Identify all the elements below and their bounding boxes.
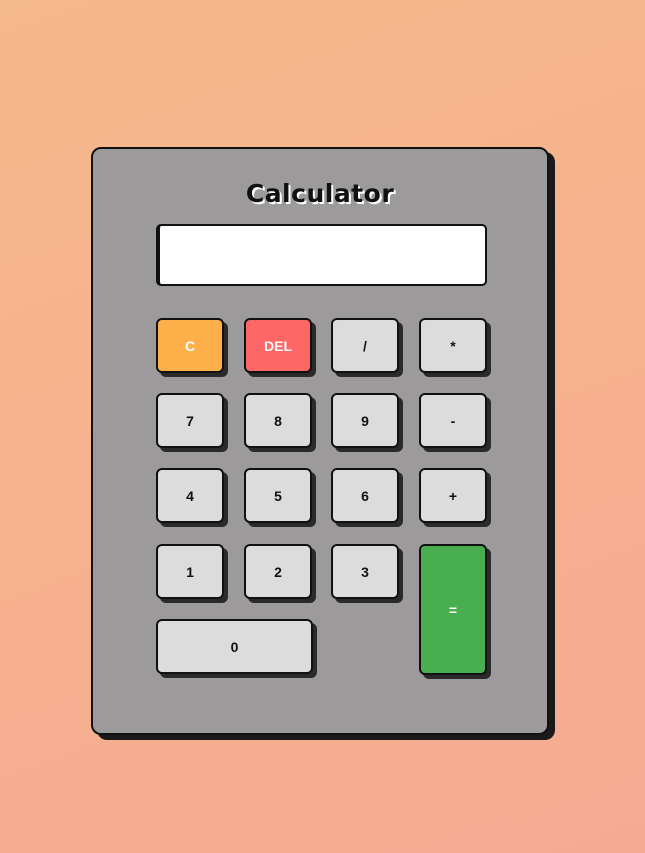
digit-5-button[interactable]: 5 [244,468,312,523]
display-screen [156,224,487,286]
clear-button[interactable]: C [156,318,224,373]
calculator: Calculator C DEL / * 7 8 9 - 4 5 6 + 1 2… [91,147,549,735]
digit-3-button[interactable]: 3 [331,544,399,599]
digit-8-button[interactable]: 8 [244,393,312,448]
digit-6-button[interactable]: 6 [331,468,399,523]
calculator-title: Calculator [245,179,395,208]
multiply-button[interactable]: * [419,318,487,373]
digit-7-button[interactable]: 7 [156,393,224,448]
digit-1-button[interactable]: 1 [156,544,224,599]
digit-4-button[interactable]: 4 [156,468,224,523]
minus-button[interactable]: - [419,393,487,448]
plus-button[interactable]: + [419,468,487,523]
divide-button[interactable]: / [331,318,399,373]
digit-0-button[interactable]: 0 [156,619,313,674]
equals-button[interactable]: = [419,544,487,675]
digit-9-button[interactable]: 9 [331,393,399,448]
digit-2-button[interactable]: 2 [244,544,312,599]
delete-button[interactable]: DEL [244,318,312,373]
